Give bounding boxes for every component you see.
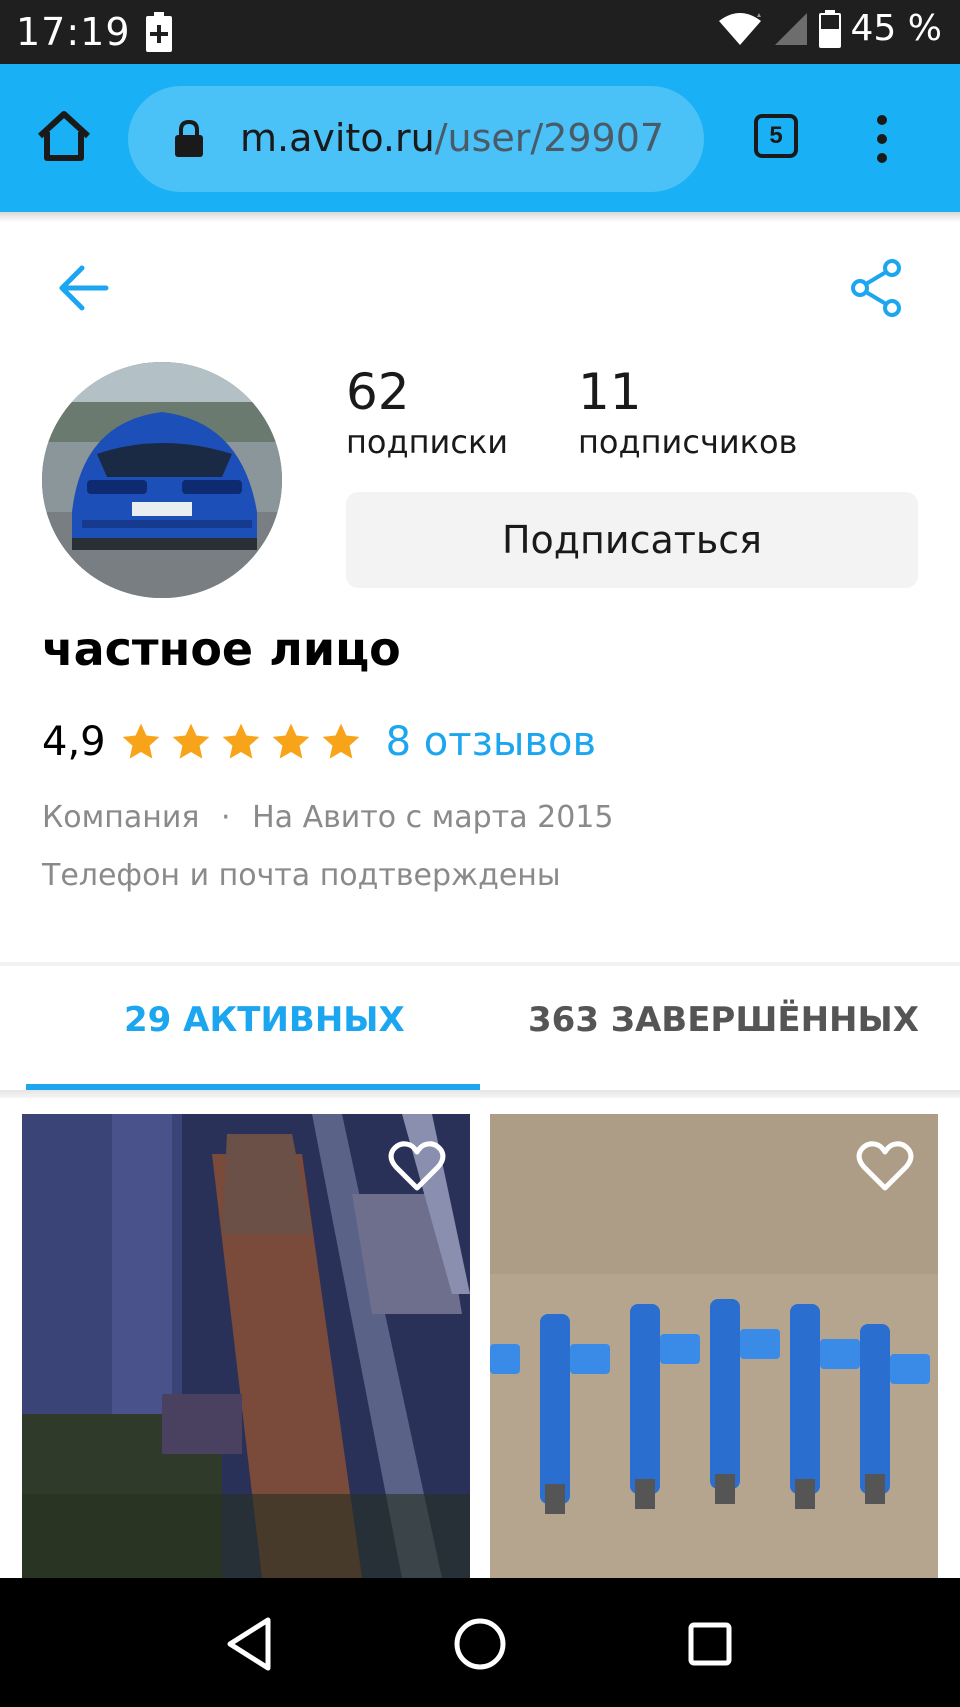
verification-status: Телефон и почта подтверждены — [42, 858, 561, 893]
home-icon[interactable] — [34, 106, 94, 166]
subscribe-button[interactable]: Подписаться — [346, 492, 918, 588]
avatar-car-photo — [42, 362, 282, 598]
heart-outline-icon[interactable] — [388, 1140, 446, 1192]
rating-value: 4,9 — [42, 719, 106, 765]
battery-percent: 45 % — [850, 8, 942, 49]
section-divider — [0, 962, 960, 966]
nav-home-icon[interactable] — [452, 1616, 508, 1672]
profile-name: частное лицо — [42, 622, 401, 676]
more-vert-icon[interactable] — [872, 114, 892, 164]
listing-card[interactable] — [490, 1114, 938, 1578]
account-type: Компания — [42, 800, 200, 835]
subscriptions-stat[interactable]: 62 подписки — [346, 362, 508, 462]
tabs-shadow — [0, 1090, 960, 1098]
arrow-back-icon[interactable] — [58, 262, 110, 314]
cell-signal-icon — [774, 12, 807, 45]
lock-icon — [175, 120, 203, 157]
rating-row: 4,9 8 отзывов — [42, 712, 596, 772]
star-icon — [122, 723, 159, 759]
followers-label: подписчиков — [578, 423, 798, 461]
status-bar: 17:19 45 % — [0, 0, 960, 64]
reviews-link[interactable]: 8 отзывов — [386, 719, 596, 765]
wifi-icon — [718, 12, 761, 45]
heart-outline-icon[interactable] — [856, 1140, 914, 1192]
subscriptions-label: подписки — [346, 423, 509, 461]
avatar — [42, 362, 282, 598]
followers-stat[interactable]: 11 подписчиков — [578, 362, 797, 462]
star-icon — [222, 723, 259, 759]
star-icon — [172, 723, 209, 759]
status-time: 17:19 — [16, 10, 131, 54]
nav-back-icon[interactable] — [224, 1616, 274, 1672]
share-icon[interactable] — [848, 258, 904, 318]
toolbar-shadow — [0, 212, 960, 222]
nav-recents-icon[interactable] — [688, 1622, 732, 1666]
url-path: /user/29907 — [434, 116, 665, 160]
browser-toolbar: m.avito.ru/user/29907 5 — [0, 64, 960, 212]
tab-completed-listings[interactable]: 363 ЗАВЕРШЁННЫХ — [528, 1000, 919, 1040]
star-icon — [272, 723, 309, 759]
listing-card[interactable] — [22, 1114, 470, 1578]
system-nav-bar — [0, 1578, 960, 1707]
followers-count: 11 — [578, 363, 642, 421]
tabs-icon[interactable]: 5 — [754, 114, 798, 158]
rating-stars — [120, 721, 362, 763]
tab-active-listings[interactable]: 29 АКТИВНЫХ — [124, 1000, 405, 1040]
battery-icon — [818, 9, 841, 48]
meta-separator: · — [221, 800, 231, 835]
battery-charging-icon — [146, 12, 172, 52]
member-since: На Авито с марта 2015 — [252, 800, 614, 835]
url-domain: m.avito.ru — [240, 116, 435, 160]
star-icon — [322, 723, 359, 759]
profile-meta: Компания · На Авито с марта 2015 — [42, 800, 613, 835]
url-text: m.avito.ru/user/29907 — [240, 116, 664, 160]
subscriptions-count: 62 — [346, 363, 410, 421]
url-bar[interactable]: m.avito.ru/user/29907 — [128, 86, 704, 192]
